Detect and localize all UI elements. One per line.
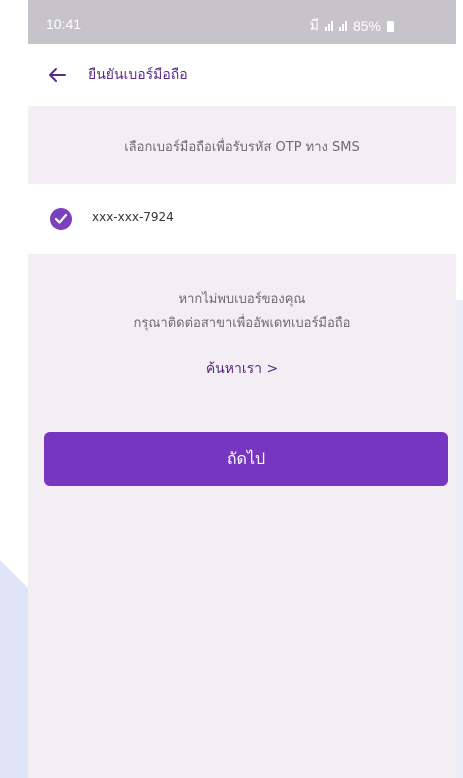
back-arrow-icon[interactable] [46, 64, 68, 86]
next-button[interactable]: ถัดไป [44, 432, 448, 486]
phone-option-row[interactable]: xxx-xxx-7924 [28, 184, 456, 254]
battery-level: 85% [352, 18, 381, 34]
battery-icon [387, 20, 394, 32]
status-time: 10:41 [46, 16, 82, 32]
signal-icon [324, 21, 333, 31]
phone-number: xxx-xxx-7924 [92, 210, 174, 224]
page-title: ยืนยันเบอร์มือถือ [88, 67, 188, 83]
signal-icon-2 [338, 21, 347, 31]
not-found-text: หากไม่พบเบอร์ของคุณ [178, 292, 306, 307]
network-label: มี [309, 17, 319, 33]
otp-instruction: เลือกเบอร์มือถือเพื่อรับรหัส OTP ทาง SMS [124, 139, 360, 155]
backdrop-shape-left [0, 560, 30, 778]
page-header: ยืนยันเบอร์มือถือ [28, 44, 456, 106]
backdrop-shape-right [456, 300, 463, 778]
status-bar: 10:41 มี 85% [28, 0, 456, 44]
update-instruction-text: กรุณาติดต่อสาขาเพื่ออัพเดทเบอร์มือถือ [133, 316, 351, 331]
app-screen: 10:41 มี 85% ยืนยันเบอร์มือถือ เลือกเบอร… [28, 0, 456, 778]
status-indicators: มี 85% [310, 15, 394, 37]
check-circle-icon[interactable] [50, 208, 72, 230]
find-us-link[interactable]: ค้นหาเรา > [28, 358, 456, 380]
